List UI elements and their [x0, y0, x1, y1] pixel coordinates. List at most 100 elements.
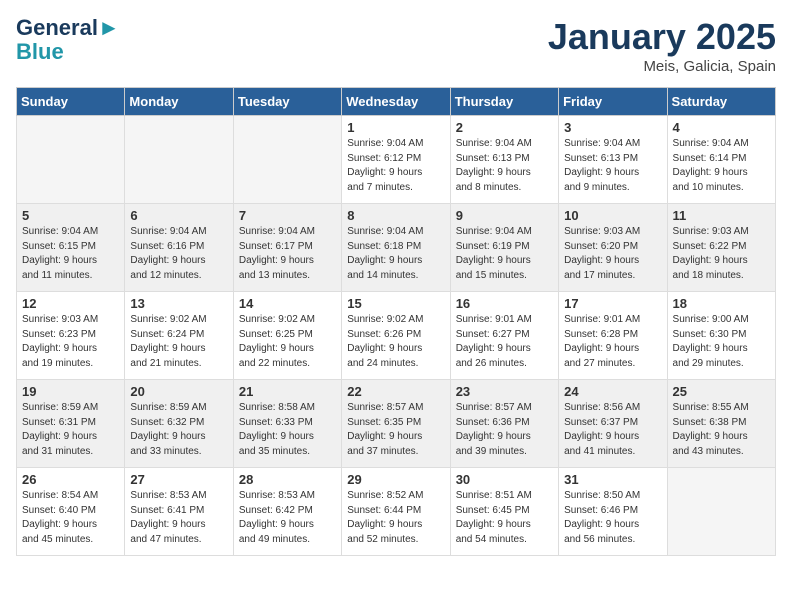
calendar-cell: 20 Sunrise: 8:59 AM Sunset: 6:32 PM Dayli…	[125, 380, 233, 468]
calendar-cell: 30 Sunrise: 8:51 AM Sunset: 6:45 PM Dayli…	[450, 468, 558, 556]
day-info: Sunrise: 9:04 AM Sunset: 6:13 PM Dayligh…	[456, 137, 553, 195]
calendar-week-row: 19Sunrise: 8:59 AM Sunset: 6:31 PM Dayli…	[17, 380, 776, 468]
location: Meis, Galicia, Spain	[548, 58, 776, 75]
calendar-cell	[667, 468, 775, 556]
calendar-cell: 16 Sunrise: 9:01 AM Sunset: 6:27 PM Dayli…	[450, 292, 558, 380]
day-number: 30	[456, 472, 553, 487]
calendar-cell: 19Sunrise: 8:59 AM Sunset: 6:31 PM Dayli…	[17, 380, 125, 468]
day-number: 15	[347, 296, 444, 311]
day-number: 22	[347, 384, 444, 399]
day-number: 29	[347, 472, 444, 487]
calendar-cell: 26 Sunrise: 8:54 AM Sunset: 6:40 PM Dayli…	[17, 468, 125, 556]
calendar-week-row: 5 Sunrise: 9:04 AM Sunset: 6:15 PM Daylig…	[17, 204, 776, 292]
calendar-cell	[17, 116, 125, 204]
logo-text: General►	[16, 16, 120, 40]
day-info: Sunrise: 8:53 AM Sunset: 6:42 PM Dayligh…	[239, 489, 336, 547]
logo-text-blue: Blue	[16, 40, 120, 64]
calendar-week-row: 26 Sunrise: 8:54 AM Sunset: 6:40 PM Dayli…	[17, 468, 776, 556]
calendar-cell: 3 Sunrise: 9:04 AM Sunset: 6:13 PM Daylig…	[559, 116, 667, 204]
calendar-cell: 1Sunrise: 9:04 AM Sunset: 6:12 PM Daylig…	[342, 116, 450, 204]
calendar-cell: 14 Sunrise: 9:02 AM Sunset: 6:25 PM Dayli…	[233, 292, 341, 380]
day-of-week-header: Wednesday	[342, 88, 450, 116]
day-number: 10	[564, 208, 661, 223]
calendar-table: SundayMondayTuesdayWednesdayThursdayFrid…	[16, 87, 776, 556]
day-info: Sunrise: 9:03 AM Sunset: 6:23 PM Dayligh…	[22, 313, 119, 371]
day-number: 27	[130, 472, 227, 487]
day-number: 6	[130, 208, 227, 223]
day-info: Sunrise: 9:04 AM Sunset: 6:13 PM Dayligh…	[564, 137, 661, 195]
day-info: Sunrise: 8:51 AM Sunset: 6:45 PM Dayligh…	[456, 489, 553, 547]
day-number: 5	[22, 208, 119, 223]
calendar-cell: 28 Sunrise: 8:53 AM Sunset: 6:42 PM Dayli…	[233, 468, 341, 556]
day-info: Sunrise: 8:56 AM Sunset: 6:37 PM Dayligh…	[564, 401, 661, 459]
day-info: Sunrise: 9:04 AM Sunset: 6:14 PM Dayligh…	[673, 137, 770, 195]
day-number: 24	[564, 384, 661, 399]
calendar-cell: 23 Sunrise: 8:57 AM Sunset: 6:36 PM Dayli…	[450, 380, 558, 468]
day-info: Sunrise: 8:54 AM Sunset: 6:40 PM Dayligh…	[22, 489, 119, 547]
day-info: Sunrise: 9:02 AM Sunset: 6:25 PM Dayligh…	[239, 313, 336, 371]
day-number: 4	[673, 120, 770, 135]
day-number: 28	[239, 472, 336, 487]
logo: General► Blue	[16, 16, 120, 64]
calendar-cell: 25 Sunrise: 8:55 AM Sunset: 6:38 PM Dayli…	[667, 380, 775, 468]
day-number: 20	[130, 384, 227, 399]
day-info: Sunrise: 9:04 AM Sunset: 6:19 PM Dayligh…	[456, 225, 553, 283]
day-number: 14	[239, 296, 336, 311]
day-number: 16	[456, 296, 553, 311]
day-info: Sunrise: 8:53 AM Sunset: 6:41 PM Dayligh…	[130, 489, 227, 547]
day-info: Sunrise: 8:59 AM Sunset: 6:32 PM Dayligh…	[130, 401, 227, 459]
page-header: General► Blue January 2025 Meis, Galicia…	[16, 16, 776, 75]
day-info: Sunrise: 9:04 AM Sunset: 6:15 PM Dayligh…	[22, 225, 119, 283]
calendar-cell: 15 Sunrise: 9:02 AM Sunset: 6:26 PM Dayli…	[342, 292, 450, 380]
day-of-week-header: Thursday	[450, 88, 558, 116]
month-title: January 2025	[548, 16, 776, 58]
day-info: Sunrise: 9:04 AM Sunset: 6:16 PM Dayligh…	[130, 225, 227, 283]
calendar-week-row: 12 Sunrise: 9:03 AM Sunset: 6:23 PM Dayli…	[17, 292, 776, 380]
day-number: 23	[456, 384, 553, 399]
day-number: 18	[673, 296, 770, 311]
day-number: 31	[564, 472, 661, 487]
calendar-cell: 27 Sunrise: 8:53 AM Sunset: 6:41 PM Dayli…	[125, 468, 233, 556]
day-number: 19	[22, 384, 119, 399]
calendar-cell	[233, 116, 341, 204]
calendar-cell: 21Sunrise: 8:58 AM Sunset: 6:33 PM Dayli…	[233, 380, 341, 468]
calendar-cell: 6 Sunrise: 9:04 AM Sunset: 6:16 PM Daylig…	[125, 204, 233, 292]
day-number: 8	[347, 208, 444, 223]
calendar-cell: 18 Sunrise: 9:00 AM Sunset: 6:30 PM Dayli…	[667, 292, 775, 380]
calendar-cell: 5 Sunrise: 9:04 AM Sunset: 6:15 PM Daylig…	[17, 204, 125, 292]
day-of-week-header: Tuesday	[233, 88, 341, 116]
calendar-cell: 4 Sunrise: 9:04 AM Sunset: 6:14 PM Daylig…	[667, 116, 775, 204]
calendar-week-row: 1Sunrise: 9:04 AM Sunset: 6:12 PM Daylig…	[17, 116, 776, 204]
day-number: 26	[22, 472, 119, 487]
day-info: Sunrise: 9:03 AM Sunset: 6:20 PM Dayligh…	[564, 225, 661, 283]
day-number: 3	[564, 120, 661, 135]
day-of-week-header: Sunday	[17, 88, 125, 116]
day-number: 13	[130, 296, 227, 311]
day-of-week-header: Saturday	[667, 88, 775, 116]
day-info: Sunrise: 9:04 AM Sunset: 6:17 PM Dayligh…	[239, 225, 336, 283]
day-info: Sunrise: 8:52 AM Sunset: 6:44 PM Dayligh…	[347, 489, 444, 547]
calendar-cell: 31 Sunrise: 8:50 AM Sunset: 6:46 PM Dayli…	[559, 468, 667, 556]
header-row: SundayMondayTuesdayWednesdayThursdayFrid…	[17, 88, 776, 116]
calendar-cell: 22 Sunrise: 8:57 AM Sunset: 6:35 PM Dayli…	[342, 380, 450, 468]
day-info: Sunrise: 8:57 AM Sunset: 6:36 PM Dayligh…	[456, 401, 553, 459]
day-info: Sunrise: 9:01 AM Sunset: 6:28 PM Dayligh…	[564, 313, 661, 371]
calendar-cell: 9 Sunrise: 9:04 AM Sunset: 6:19 PM Daylig…	[450, 204, 558, 292]
calendar-cell: 13Sunrise: 9:02 AM Sunset: 6:24 PM Dayli…	[125, 292, 233, 380]
day-number: 12	[22, 296, 119, 311]
day-info: Sunrise: 9:02 AM Sunset: 6:26 PM Dayligh…	[347, 313, 444, 371]
day-number: 25	[673, 384, 770, 399]
day-info: Sunrise: 8:55 AM Sunset: 6:38 PM Dayligh…	[673, 401, 770, 459]
day-number: 9	[456, 208, 553, 223]
calendar-cell: 8Sunrise: 9:04 AM Sunset: 6:18 PM Daylig…	[342, 204, 450, 292]
title-block: January 2025 Meis, Galicia, Spain	[548, 16, 776, 75]
day-info: Sunrise: 9:01 AM Sunset: 6:27 PM Dayligh…	[456, 313, 553, 371]
calendar-cell: 2Sunrise: 9:04 AM Sunset: 6:13 PM Daylig…	[450, 116, 558, 204]
day-info: Sunrise: 8:50 AM Sunset: 6:46 PM Dayligh…	[564, 489, 661, 547]
day-number: 17	[564, 296, 661, 311]
calendar-cell: 29 Sunrise: 8:52 AM Sunset: 6:44 PM Dayli…	[342, 468, 450, 556]
calendar-cell	[125, 116, 233, 204]
day-info: Sunrise: 9:00 AM Sunset: 6:30 PM Dayligh…	[673, 313, 770, 371]
day-info: Sunrise: 9:04 AM Sunset: 6:12 PM Dayligh…	[347, 137, 444, 195]
day-info: Sunrise: 8:57 AM Sunset: 6:35 PM Dayligh…	[347, 401, 444, 459]
